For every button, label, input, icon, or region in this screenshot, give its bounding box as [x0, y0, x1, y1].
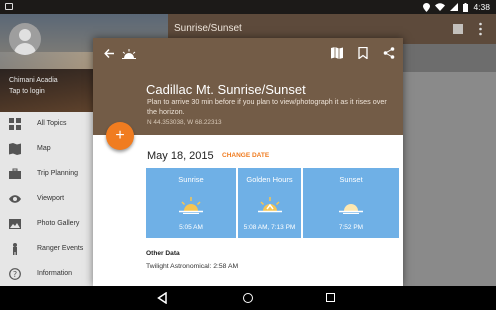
tile-label: Sunset [339, 175, 363, 184]
system-nav-bar [0, 286, 496, 310]
bookmark-icon[interactable] [357, 47, 369, 59]
wifi-icon [435, 3, 446, 11]
suitcase-icon [9, 168, 21, 179]
dialog-header: Cadillac Mt. Sunrise/Sunset Plan to arri… [93, 38, 403, 135]
other-data-heading: Other Data [146, 250, 180, 257]
map-icon [9, 143, 21, 155]
map-icon[interactable] [453, 24, 463, 34]
status-icons: 4:38 [423, 2, 490, 12]
back-arrow-icon[interactable] [104, 48, 115, 59]
add-button[interactable]: + [106, 122, 134, 150]
avatar-head [19, 29, 31, 41]
sunrise-icon [122, 49, 136, 59]
login-link[interactable]: Tap to login [9, 88, 45, 95]
app-bar-title: Sunrise/Sunset [174, 23, 242, 34]
sunset-tile: Sunset 7:52 PM [303, 168, 399, 238]
coordinates: N 44.353038, W 68.22313 [147, 119, 222, 126]
sunrise-sunset-dialog: Cadillac Mt. Sunrise/Sunset Plan to arri… [93, 38, 403, 286]
help-icon: ? [9, 268, 21, 280]
battery-icon [463, 2, 469, 12]
menu-item-label: All Topics [37, 120, 67, 127]
ranger-icon [13, 243, 17, 255]
menu-item-label: Map [37, 145, 51, 152]
photo-icon [9, 219, 21, 229]
notification-icon [5, 3, 13, 10]
tile-time: 7:52 PM [338, 224, 364, 231]
map-icon[interactable] [331, 47, 343, 59]
menu-item-label: Trip Planning [37, 170, 78, 177]
sunrise-tile: Sunrise 5:05 AM [146, 168, 236, 238]
golden-hour-icon [257, 197, 282, 213]
golden-hours-tile: Golden Hours 5:08 AM, 7:13 PM [238, 168, 301, 238]
nav-home-icon[interactable] [243, 293, 253, 303]
share-icon[interactable] [383, 47, 395, 59]
avatar[interactable] [9, 23, 41, 55]
clock: 4:38 [473, 2, 490, 12]
nav-recents-icon[interactable] [326, 293, 335, 302]
menu-item-label: Information [37, 270, 73, 277]
tile-label: Sunrise [178, 175, 204, 184]
user-name: Chimani Acadia [9, 77, 58, 84]
status-bar: 4:38 [0, 0, 496, 14]
selected-date: May 18, 2015 [147, 150, 214, 162]
change-date-button[interactable]: CHANGE DATE [222, 152, 269, 159]
sunset-icon [339, 204, 363, 214]
sun-times: Sunrise 5:05 AM Golden Hours 5:08 AM, 7:… [146, 168, 399, 238]
signal-icon [450, 3, 459, 11]
background-card [400, 72, 496, 286]
location-icon [423, 2, 431, 12]
eye-icon [9, 195, 21, 203]
avatar-body [14, 43, 36, 55]
tile-label: Golden Hours [246, 175, 293, 184]
screen: 4:38 Sunrise/Sunset Chimani Acadia Tap t… [0, 0, 496, 310]
svg-text:?: ? [13, 270, 17, 279]
dialog-title: Cadillac Mt. Sunrise/Sunset [146, 82, 306, 97]
menu-item-label: Ranger Events [37, 245, 84, 252]
menu-item-label: Viewport [37, 195, 65, 202]
sunrise-icon [179, 197, 203, 214]
menu-item-label: Photo Gallery [37, 220, 80, 227]
dialog-description: Plan to arrive 30 min before if you plan… [147, 97, 387, 116]
plus-icon: + [115, 127, 125, 144]
more-options-icon[interactable] [479, 22, 482, 36]
dialog-actions [331, 47, 395, 59]
tile-time: 5:05 AM [179, 224, 203, 231]
grid-icon [9, 118, 21, 130]
tile-time: 5:08 AM, 7:13 PM [243, 224, 296, 231]
nav-back-icon[interactable] [157, 292, 167, 304]
twilight-astronomical: Twilight Astronomical: 2:58 AM [146, 263, 239, 270]
